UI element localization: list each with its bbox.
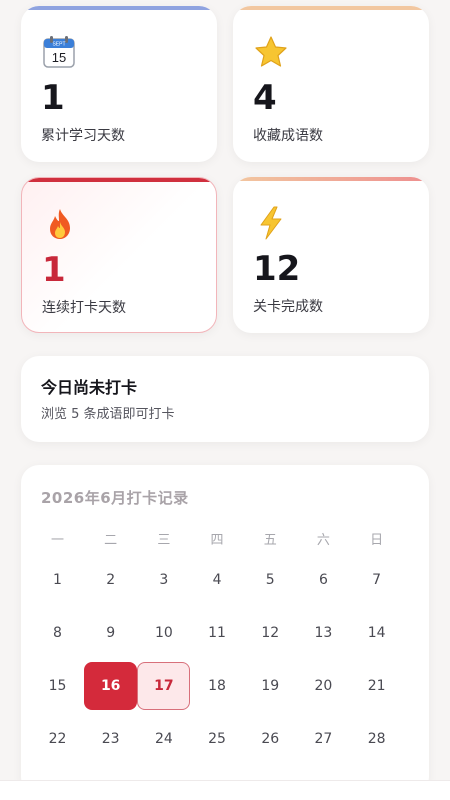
calendar-week-row: 8 9 10 11 12 13 14 [31,606,421,659]
calendar-day[interactable]: 13 [297,609,350,657]
calendar-day[interactable]: 8 [31,609,84,657]
calendar-day[interactable]: 26 [244,715,297,763]
calendar-day[interactable]: 15 [31,662,84,710]
stat-value: 4 [253,78,277,118]
svg-text:15: 15 [52,50,66,65]
weekday-label: 五 [263,532,277,548]
stat-card-study-days: SEPT 15 1 累计学习天数 [21,6,217,162]
calendar-day[interactable]: 27 [297,715,350,763]
calendar-day[interactable]: 19 [244,662,297,710]
calendar-title: 2026年6月打卡记录 [41,489,189,507]
stat-value: 1 [41,78,65,118]
weekday-header: 一二三四五六日 [31,523,421,553]
weekday-label: 二 [104,532,118,548]
checkin-status-card[interactable]: 今日尚未打卡 浏览 5 条成语即可打卡 [21,356,429,442]
stat-label: 关卡完成数 [253,299,323,315]
calendar-week-row: 1234567 [31,553,421,606]
stat-label: 收藏成语数 [253,128,323,144]
calendar-day-today[interactable]: 17 [137,661,191,710]
stat-card-levels[interactable]: 12 关卡完成数 [233,177,429,333]
calendar-week-row: 15 16 17 18 19 20 21 [31,659,421,712]
checkin-calendar: 2026年6月打卡记录 一二三四五六日 1 2 3 4 5 6 7 8 9 10 11 12 13 14 1… [21,465,429,795]
card-accent-bar [233,177,429,181]
weekday-label: 四 [210,532,224,548]
card-accent-bar [21,6,217,10]
calendar-day[interactable]: 11 [191,609,244,657]
calendar-day[interactable]: 24 [137,715,190,763]
calendar-day-checked[interactable]: 16 [84,661,138,710]
calendar-day[interactable]: 4 [191,556,244,604]
calendar-day[interactable]: 18 [191,662,244,710]
calendar-day[interactable]: 10 [137,609,190,657]
calendar-day[interactable]: 3 [137,556,190,604]
calendar-grid: 一二三四五六日 1 2 3 4 5 6 7 8 9 10 11 12 13 14 15 16 17 18 19 20 2… [31,523,421,765]
calendar-icon: SEPT 15 [43,36,75,68]
stat-label: 连续打卡天数 [42,300,126,316]
card-accent-bar [233,6,429,10]
star-icon [255,36,287,67]
fire-icon [50,209,70,239]
checkin-title: 今日尚未打卡 [41,378,138,397]
calendar-day[interactable]: 20 [297,662,350,710]
bottom-tab-bar [0,780,450,800]
calendar-day[interactable]: 1 [31,556,84,604]
stat-label: 累计学习天数 [41,128,125,144]
lightning-icon [260,206,282,240]
card-accent-bar [22,178,216,182]
calendar-week-row: 22 23 24 25 26 27 28 [31,712,421,765]
checkin-subtitle: 浏览 5 条成语即可打卡 [41,407,175,422]
weekday-label: 一 [50,532,64,548]
svg-text:SEPT: SEPT [52,42,65,48]
calendar-day[interactable]: 22 [31,715,84,763]
calendar-day[interactable]: 9 [84,609,137,657]
weekday-label: 三 [157,532,171,548]
calendar-day[interactable]: 6 [297,556,350,604]
calendar-day[interactable]: 28 [350,715,403,763]
calendar-day[interactable]: 5 [244,556,297,604]
calendar-day[interactable]: 23 [84,715,137,763]
stat-card-favorites[interactable]: 4 收藏成语数 [233,6,429,162]
stat-value: 1 [42,250,66,290]
calendar-day[interactable]: 14 [350,609,403,657]
weekday-label: 日 [370,532,384,548]
stat-card-streak: 1 连续打卡天数 [21,177,217,333]
calendar-day[interactable]: 25 [191,715,244,763]
weekday-label: 六 [316,532,330,548]
calendar-day[interactable]: 21 [350,662,403,710]
calendar-day[interactable]: 12 [244,609,297,657]
calendar-day[interactable]: 7 [350,556,403,604]
stat-value: 12 [253,249,301,289]
calendar-day[interactable]: 2 [84,556,137,604]
